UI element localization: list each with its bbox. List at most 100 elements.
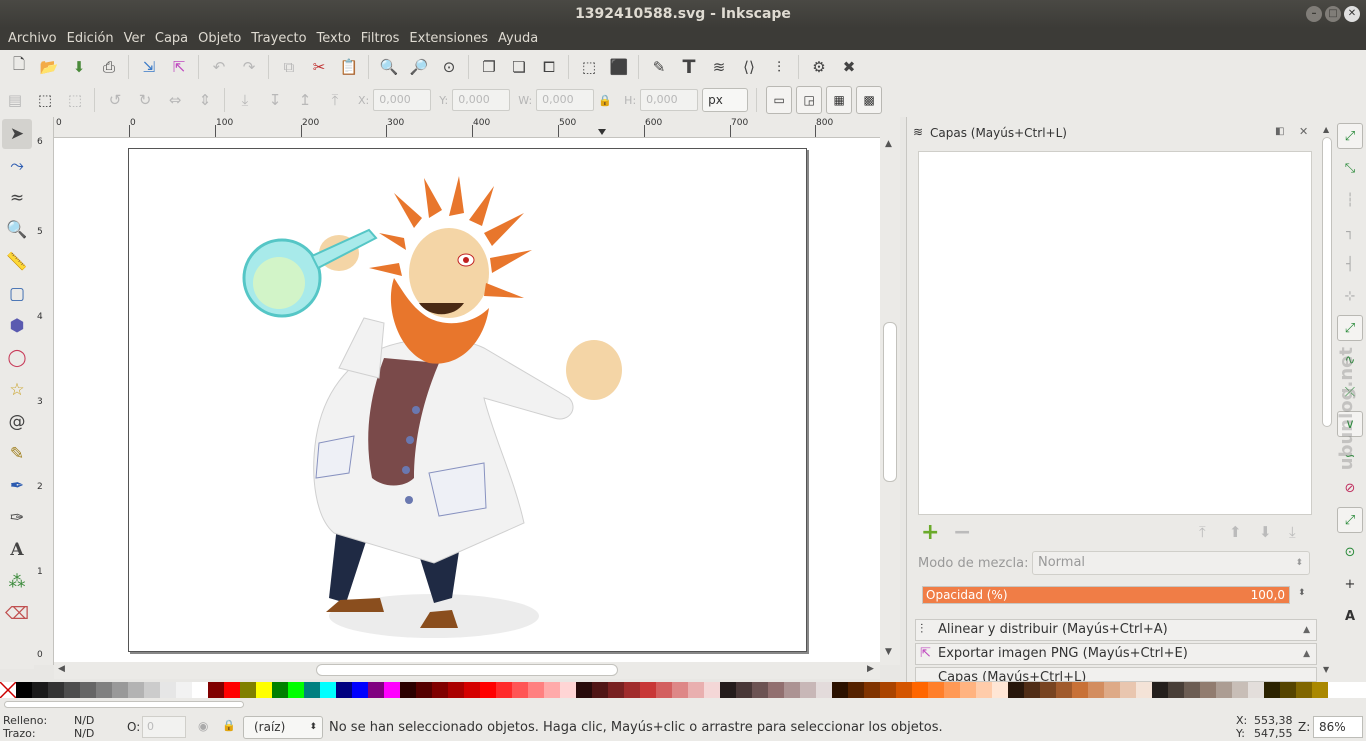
color-swatch[interactable] [448, 682, 464, 698]
snap-rotation-center-icon[interactable]: + [1337, 571, 1363, 597]
color-swatch[interactable] [352, 682, 368, 698]
color-swatch[interactable] [1152, 682, 1168, 698]
node-icon[interactable]: ⤳ [2, 151, 32, 181]
group-icon[interactable]: ⬚ [574, 53, 604, 81]
import-icon[interactable]: ⇲ [134, 53, 164, 81]
color-swatch[interactable] [1280, 682, 1296, 698]
arrow-icon[interactable]: ➤ [2, 119, 32, 149]
color-swatch[interactable] [624, 682, 640, 698]
close-button[interactable]: ✕ [1344, 6, 1360, 22]
color-swatch[interactable] [576, 682, 592, 698]
color-swatch[interactable] [32, 682, 48, 698]
color-swatch[interactable] [256, 682, 272, 698]
color-swatch[interactable] [1024, 682, 1040, 698]
color-swatch[interactable] [800, 682, 816, 698]
dock-scroll-thumb[interactable] [1322, 137, 1332, 427]
document-properties-icon[interactable]: ✖ [834, 53, 864, 81]
layers-dock-collapsed[interactable]: Capas (Mayús+Ctrl+L) [915, 667, 1317, 682]
color-swatch[interactable] [896, 682, 912, 698]
color-swatch[interactable] [384, 682, 400, 698]
rotate-cw-icon[interactable]: ↻ [130, 86, 160, 114]
color-swatch[interactable] [1136, 682, 1152, 698]
scale-corners-icon[interactable]: ◲ [796, 86, 823, 114]
snap-others-icon[interactable]: ⤢ [1337, 507, 1363, 533]
measure-icon[interactable]: 📏 [2, 247, 32, 277]
color-swatch[interactable] [1216, 682, 1232, 698]
horizontal-scroll-thumb[interactable] [316, 664, 618, 676]
snap-nodes-icon[interactable]: ⤢ [1337, 315, 1363, 341]
horizontal-scrollbar[interactable]: ◀ ▶ [54, 662, 880, 679]
open-icon[interactable]: 📂 [34, 53, 64, 81]
tweak-icon[interactable]: ≈ [2, 183, 32, 213]
zoom-drawing-icon[interactable]: 🔎 [404, 53, 434, 81]
color-swatch[interactable] [1120, 682, 1136, 698]
lock-layer-icon[interactable]: 🔒 [222, 719, 236, 732]
color-swatch[interactable] [1168, 682, 1184, 698]
color-swatch[interactable] [768, 682, 784, 698]
layer-down-icon[interactable]: ⬇ [1259, 523, 1272, 541]
maximize-button[interactable]: □ [1325, 6, 1341, 22]
menu-ver[interactable]: Ver [119, 28, 150, 50]
color-swatch[interactable] [816, 682, 832, 698]
color-swatch[interactable] [400, 682, 416, 698]
zoom-icon[interactable]: 🔍 [2, 215, 32, 245]
scroll-left-icon[interactable]: ◀ [58, 664, 65, 674]
scroll-up-icon[interactable]: ▲ [885, 139, 892, 149]
minimize-button[interactable]: – [1306, 6, 1322, 22]
color-swatch[interactable] [864, 682, 880, 698]
lower-bottom-icon[interactable]: ⤓ [230, 86, 260, 114]
paste-icon[interactable]: 📋 [334, 53, 364, 81]
panel-iconify-icon[interactable]: ◧ [1275, 126, 1284, 137]
scroll-right-icon[interactable]: ▶ [867, 664, 874, 674]
color-swatch[interactable] [16, 682, 32, 698]
layer-top-icon[interactable]: ⤒ [1199, 523, 1206, 541]
color-swatch[interactable] [560, 682, 576, 698]
menu-filtros[interactable]: Filtros [356, 28, 405, 50]
snap-bbox-center-icon[interactable]: ⊹ [1337, 283, 1363, 309]
select-all-layers-icon[interactable]: ⬚ [30, 86, 60, 114]
save-icon[interactable]: ⬇ [64, 53, 94, 81]
color-swatch[interactable] [192, 682, 208, 698]
rect-icon[interactable]: ▢ [2, 279, 32, 309]
w-field[interactable]: 0,000 [536, 89, 595, 111]
new-document-icon[interactable]: 🗋 [4, 53, 34, 81]
color-swatch[interactable] [736, 682, 752, 698]
drawing-canvas[interactable] [54, 138, 880, 662]
menu-objeto[interactable]: Objeto [193, 28, 246, 50]
color-swatch[interactable] [688, 682, 704, 698]
pen-icon[interactable]: ✒ [2, 471, 32, 501]
color-swatch[interactable] [512, 682, 528, 698]
color-swatch[interactable] [960, 682, 976, 698]
color-swatch[interactable] [432, 682, 448, 698]
clone-icon[interactable]: ❏ [504, 53, 534, 81]
vertical-scrollbar[interactable]: ▲ ▼ [880, 117, 900, 665]
color-swatch[interactable] [96, 682, 112, 698]
color-swatch[interactable] [640, 682, 656, 698]
preferences-icon[interactable]: ⚙ [804, 53, 834, 81]
layer-bottom-icon[interactable]: ⤓ [1289, 523, 1296, 541]
color-swatch[interactable] [64, 682, 80, 698]
ungroup-icon[interactable]: ⬛ [604, 53, 634, 81]
color-swatch[interactable] [208, 682, 224, 698]
color-swatch[interactable] [288, 682, 304, 698]
raise-top-icon[interactable]: ⤒ [320, 86, 350, 114]
x-field[interactable]: 0,000 [373, 89, 432, 111]
color-swatch[interactable] [464, 682, 480, 698]
layers-icon[interactable]: ≋ [704, 53, 734, 81]
menu-texto[interactable]: Texto [312, 28, 356, 50]
color-swatch[interactable] [80, 682, 96, 698]
h-field[interactable]: 0,000 [640, 89, 699, 111]
color-swatch[interactable] [1296, 682, 1312, 698]
color-swatch[interactable] [1312, 682, 1328, 698]
color-swatch[interactable] [832, 682, 848, 698]
star-icon[interactable]: ☆ [2, 375, 32, 405]
color-swatch[interactable] [224, 682, 240, 698]
color-swatch[interactable] [1104, 682, 1120, 698]
spray-icon[interactable]: ⁂ [2, 567, 32, 597]
color-swatch[interactable] [112, 682, 128, 698]
spiral-icon[interactable]: @ [2, 407, 32, 437]
opacity-spinner-icon[interactable]: ⬍ [1298, 588, 1306, 598]
menu-edicion[interactable]: Edición [62, 28, 119, 50]
snap-bbox-edge-icon[interactable]: ┆ [1337, 187, 1363, 213]
zoom-selection-icon[interactable]: 🔍 [374, 53, 404, 81]
